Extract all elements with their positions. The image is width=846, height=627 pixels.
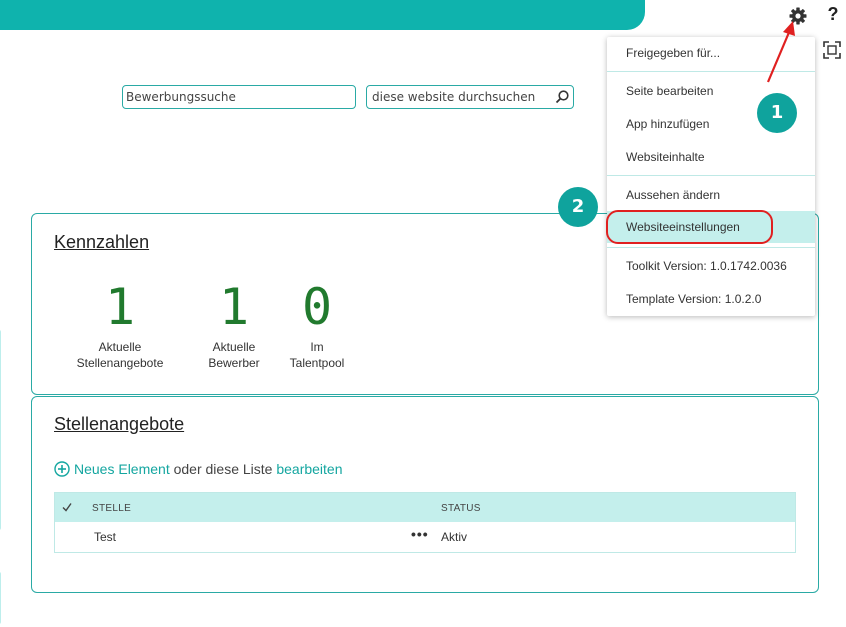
menu-divider [607,175,815,176]
more-options-icon[interactable]: ••• [411,526,429,542]
table-row[interactable]: Test ••• Aktiv [55,522,795,552]
add-circle-icon[interactable] [54,461,70,477]
new-item-middle-text: oder diese Liste [169,461,277,477]
kpi-current-jobs: 1 Aktuelle Stellenangebote [65,280,175,371]
site-search-input-box[interactable] [366,85,574,109]
focus-mode-icon [823,41,841,59]
jobs-table: STELLE STATUS Test ••• Aktiv [54,492,796,553]
menu-item-template-version: Template Version: 1.0.2.0 [626,292,762,306]
step-badge-1: 1 [757,93,797,133]
left-edge-accent [0,330,1,530]
column-header-status[interactable]: STATUS [441,503,481,514]
kpi-label: Aktuelle Stellenangebote [65,339,175,371]
site-search-input[interactable] [372,90,542,104]
applicant-search-input[interactable] [126,90,352,104]
annotation-arrow-icon [766,21,795,83]
search-icon[interactable] [554,89,570,105]
highlight-ring [606,210,773,244]
menu-item-change-look[interactable]: Aussehen ändern [607,179,815,211]
kpi-label: Im Talentpool [262,339,372,371]
kpi-value: 1 [104,278,136,336]
left-edge-accent [0,572,1,624]
applicant-search-input-box[interactable] [122,85,356,109]
table-header: STELLE STATUS [55,493,795,522]
kpi-value: 0 [301,278,333,336]
jobs-panel: Stellenangebote Neues Element oder diese… [31,396,819,593]
cell-stelle[interactable]: Test [94,530,116,544]
kpi-label-line: Aktuelle [98,340,142,354]
column-header-stelle[interactable]: STELLE [92,503,131,514]
cell-status: Aktiv [441,530,468,544]
new-item-line: Neues Element oder diese Liste bearbeite… [54,461,343,477]
kpi-label-line: Stellenangebote [76,356,164,370]
menu-item-site-contents[interactable]: Websiteinhalte [607,141,815,173]
step-badge-2: 2 [558,187,598,227]
select-all-check-icon[interactable] [61,501,73,513]
focus-mode-button[interactable] [823,41,841,59]
help-button[interactable]: ? [825,4,841,28]
menu-item-toolkit-version: Toolkit Version: 1.0.1742.0036 [626,259,787,273]
jobs-panel-title[interactable]: Stellenangebote [54,414,184,435]
kpi-panel-title[interactable]: Kennzahlen [54,232,149,253]
menu-divider [607,247,815,248]
kpi-talent-pool: 0 Im Talentpool [262,280,372,371]
new-item-link[interactable]: Neues Element [74,461,170,477]
kpi-label-line: Talentpool [289,356,345,370]
edit-list-link[interactable]: bearbeiten [276,461,342,477]
kpi-label-line: Im [310,340,324,354]
top-banner [0,0,645,30]
